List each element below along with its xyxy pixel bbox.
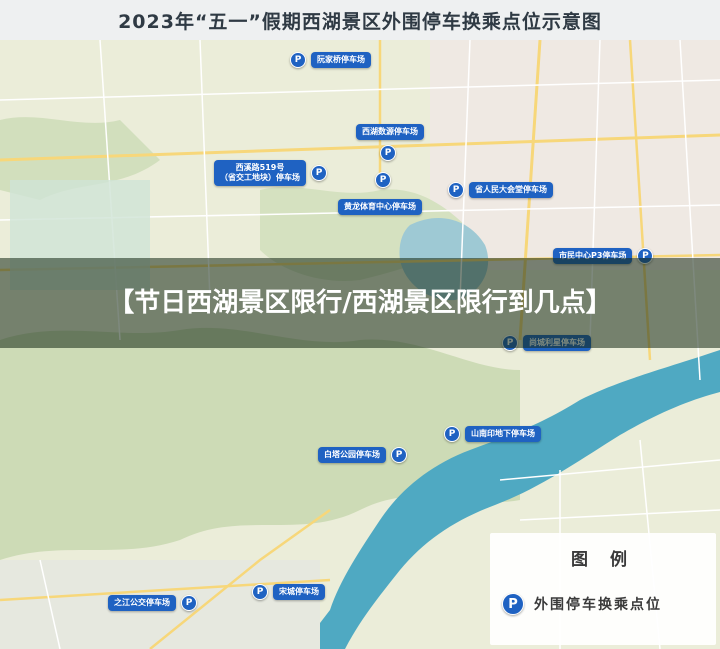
parking-icon: P xyxy=(290,52,306,68)
parking-icon: P xyxy=(252,584,268,600)
parking-baita[interactable]: 白塔公园停车场 P xyxy=(318,447,407,463)
parking-icon: P xyxy=(391,447,407,463)
parking-shengrenmin[interactable]: P 省人民大会堂停车场 xyxy=(448,182,553,198)
legend-item-label: 外围停车换乘点位 xyxy=(534,597,662,613)
parking-label: 西湖数源停车场 xyxy=(356,124,424,140)
map-legend: 图 例 P 外围停车换乘点位 xyxy=(490,533,716,645)
parking-shannan[interactable]: P 山南印地下停车场 xyxy=(444,426,541,442)
parking-ruanjiaqiao[interactable]: P 阮家桥停车场 xyxy=(290,52,371,68)
parking-zhijiang[interactable]: 之江公交停车场 P xyxy=(108,595,197,611)
parking-label: 山南印地下停车场 xyxy=(465,426,541,442)
parking-icon: P xyxy=(444,426,460,442)
parking-icon: P xyxy=(375,172,391,188)
legend-title: 图 例 xyxy=(571,550,635,570)
parking-label: 阮家桥停车场 xyxy=(311,52,371,68)
parking-label: 省人民大会堂停车场 xyxy=(469,182,553,198)
parking-songcheng[interactable]: P 宋城停车场 xyxy=(252,584,325,600)
article-title-banner: 【节日西湖景区限行/西湖景区限行到几点】 xyxy=(0,258,720,348)
legend-item: P 外围停车换乘点位 xyxy=(502,593,662,615)
parking-xihushuyuan[interactable]: 西湖数源停车场 xyxy=(356,124,424,140)
map-title-bar: 2023年“五一”假期西湖景区外围停车换乘点位示意图 xyxy=(0,0,720,40)
map-page: 2023年“五一”假期西湖景区外围停车换乘点位示意图 P 阮家桥停车场 西湖数源… xyxy=(0,0,720,649)
parking-label: 宋城停车场 xyxy=(273,584,325,600)
map-title: 2023年“五一”假期西湖景区外围停车换乘点位示意图 xyxy=(118,10,602,33)
parking-huanglong-marker[interactable]: P xyxy=(375,172,391,188)
parking-xihushuyuan-marker[interactable]: P xyxy=(380,145,396,161)
parking-huanglong[interactable]: 黄龙体育中心停车场 xyxy=(338,199,422,215)
parking-label: 西溪路519号 （省交工地块）停车场 xyxy=(214,160,306,186)
parking-label: 黄龙体育中心停车场 xyxy=(338,199,422,215)
parking-icon: P xyxy=(448,182,464,198)
parking-icon: P xyxy=(311,165,327,181)
parking-label: 之江公交停车场 xyxy=(108,595,176,611)
parking-xixilu[interactable]: 西溪路519号 （省交工地块）停车场 P xyxy=(214,160,327,186)
parking-icon: P xyxy=(380,145,396,161)
parking-label-line1: 西溪路519号 xyxy=(235,163,285,172)
parking-label-line2: （省交工地块）停车场 xyxy=(220,173,300,182)
parking-icon: P xyxy=(502,593,524,615)
banner-text: 【节日西湖景区限行/西湖景区限行到几点】 xyxy=(108,288,612,318)
parking-label: 白塔公园停车场 xyxy=(318,447,386,463)
parking-icon: P xyxy=(181,595,197,611)
